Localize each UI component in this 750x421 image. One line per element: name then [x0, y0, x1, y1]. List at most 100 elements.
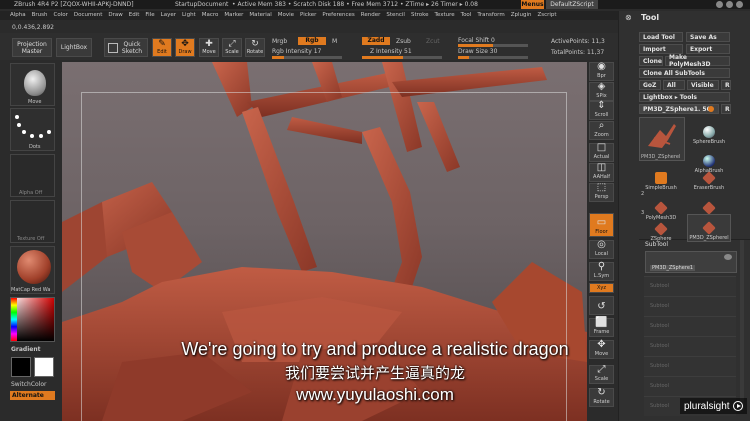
z-intensity-slider[interactable]: [362, 56, 442, 59]
menu-item-marker[interactable]: Marker: [224, 12, 243, 18]
minimize-icon[interactable]: [716, 1, 723, 8]
shelf-actual-icon: □: [596, 142, 607, 153]
shelf-l-sym-button[interactable]: ⚲ L.Sym: [589, 262, 614, 281]
close-icon[interactable]: [736, 1, 743, 8]
move-button[interactable]: ✚ Move: [199, 38, 219, 57]
tool-thumb-zsphere[interactable]: ZSphere: [639, 214, 683, 242]
menu-item-draw[interactable]: Draw: [108, 12, 122, 18]
menus-button[interactable]: Menus: [521, 0, 544, 9]
alpha-thumbnail[interactable]: Alpha Off: [10, 154, 55, 197]
move-icon: ✚: [205, 39, 213, 49]
shelf-floor-label: Floor: [595, 229, 608, 235]
subtool-item-active[interactable]: PM3D_ZSphere1: [645, 251, 737, 273]
visible-button[interactable]: Visible: [687, 80, 719, 90]
tool-thumb-simplebrush[interactable]: SimpleBrush: [639, 163, 683, 191]
scale-button[interactable]: ⤢ Scale: [222, 38, 242, 57]
texture-thumbnail[interactable]: Texture Off: [10, 200, 55, 243]
menu-item-alpha[interactable]: Alpha: [10, 12, 26, 18]
subtool-empty-slot[interactable]: Subtool: [644, 316, 736, 336]
color-picker[interactable]: [10, 297, 55, 342]
hue-strip[interactable]: [11, 298, 17, 341]
draw-button[interactable]: ✥ Draw: [175, 38, 195, 57]
menu-item-transform[interactable]: Transform: [477, 12, 504, 18]
menu-item-zplugin[interactable]: Zplugin: [511, 12, 532, 18]
draw-size-slider[interactable]: [458, 56, 528, 59]
clone-button[interactable]: Clone: [639, 56, 663, 66]
mrgb-button[interactable]: Mrgb: [272, 38, 287, 45]
menu-item-preferences[interactable]: Preferences: [322, 12, 354, 18]
make-polymesh3d-button[interactable]: Make PolyMesh3D: [665, 54, 730, 68]
menu-item-edit[interactable]: Edit: [129, 12, 140, 18]
menu-item-light[interactable]: Light: [182, 12, 196, 18]
default-zscript-button[interactable]: DefaultZScript: [546, 0, 598, 9]
goz-r-button[interactable]: R: [721, 80, 731, 90]
subtool-eye-icon[interactable]: [724, 254, 732, 260]
menu-item-document[interactable]: Document: [74, 12, 103, 18]
quick-sketch-button[interactable]: Quick Sketch: [104, 38, 148, 57]
shelf-local-button[interactable]: ◎ Local: [589, 240, 614, 259]
shelf-xyz-button[interactable]: ✣Xyz: [589, 283, 614, 293]
shelf-persp-button[interactable]: ⬚ Persp: [589, 183, 614, 202]
menu-item-tool[interactable]: Tool: [461, 12, 472, 18]
menu-item-stroke[interactable]: Stroke: [411, 12, 429, 18]
menu-item-picker[interactable]: Picker: [300, 12, 316, 18]
polymesh3d-icon: [654, 201, 668, 215]
current-tool-slider[interactable]: PM3D_ZSphere1. 50: [639, 104, 719, 114]
menu-item-texture[interactable]: Texture: [435, 12, 455, 18]
load-tool-button[interactable]: Load Tool: [639, 32, 683, 42]
menu-item-zscript[interactable]: Zscript: [537, 12, 556, 18]
current-tool-r-button[interactable]: R: [721, 104, 731, 114]
rotate-button[interactable]: ↻ Rotate: [245, 38, 265, 57]
projection-master-button[interactable]: Projection Master: [12, 38, 52, 57]
menu-item-file[interactable]: File: [145, 12, 154, 18]
maximize-icon[interactable]: [726, 1, 733, 8]
menu-item-stencil[interactable]: Stencil: [386, 12, 405, 18]
menu-item-layer[interactable]: Layer: [161, 12, 176, 18]
shelf-blank-button[interactable]: ↺: [589, 296, 614, 315]
clone-all-subtools-button[interactable]: Clone All SubTools: [639, 68, 730, 78]
menu-item-macro[interactable]: Macro: [202, 12, 219, 18]
export-button[interactable]: Export: [686, 44, 730, 54]
brush-thumbnail[interactable]: Move: [10, 63, 55, 106]
menu-item-render[interactable]: Render: [361, 12, 381, 18]
shelf-zoom-button[interactable]: ⌕ Zoom: [589, 121, 614, 140]
shelf-frame-button[interactable]: ⬜ Frame: [589, 318, 614, 337]
lightbox-button[interactable]: LightBox: [56, 38, 92, 57]
zadd-button[interactable]: Zadd: [362, 37, 390, 45]
menu-item-brush[interactable]: Brush: [32, 12, 48, 18]
import-button[interactable]: Import: [639, 44, 683, 54]
window-controls[interactable]: [716, 1, 746, 8]
zsphere-icon: [654, 222, 668, 236]
focal-shift-slider[interactable]: [458, 44, 528, 47]
shelf-scroll-button[interactable]: ⇕ Scroll: [589, 101, 614, 120]
all-button[interactable]: All: [663, 80, 685, 90]
m-button[interactable]: M: [332, 38, 337, 45]
subtool-empty-slot[interactable]: Subtool: [644, 276, 736, 296]
shelf-bpr-button[interactable]: ◉ Bpr: [589, 62, 614, 81]
rgb-button[interactable]: Rgb: [298, 37, 326, 45]
current-tool-thumbnail[interactable]: PM3D_ZSpherel: [639, 117, 685, 161]
tool-panel-pin-icon[interactable]: ⊗: [625, 14, 633, 22]
shelf-spix-button[interactable]: ◈ SPix: [589, 82, 614, 101]
goz-button[interactable]: GoZ: [639, 80, 661, 90]
zsub-button[interactable]: Zsub: [396, 38, 411, 45]
rgb-intensity-slider[interactable]: [272, 56, 342, 59]
tool-thumb-pm3d-zspherel[interactable]: PM3D_ZSpherel: [687, 214, 731, 242]
save-as-button[interactable]: Save As: [686, 32, 730, 42]
shelf-floor-button[interactable]: ▭ Floor: [589, 213, 614, 237]
menu-item-movie[interactable]: Movie: [278, 12, 294, 18]
material-thumbnail[interactable]: MatCap Red Wa: [10, 246, 55, 294]
shelf-actual-button[interactable]: □ Actual: [589, 143, 614, 162]
menu-item-material[interactable]: Material: [249, 12, 271, 18]
shelf-frame-label: Frame: [593, 329, 610, 335]
tool-thumb-eraserbrush[interactable]: EraserBrush: [687, 163, 731, 191]
edit-button[interactable]: ✎ Edit: [152, 38, 172, 57]
stroke-thumbnail[interactable]: Dots: [10, 108, 55, 151]
menu-item-color[interactable]: Color: [54, 12, 68, 18]
lightbox-tools-button[interactable]: Lightbox ▸ Tools: [639, 92, 730, 102]
shelf-aahalf-button[interactable]: ◫ AAHalf: [589, 163, 614, 182]
zcut-button[interactable]: Zcut: [426, 38, 440, 45]
tool-thumb-spherebrush[interactable]: SphereBrush: [687, 117, 731, 145]
subtool-item-label: PM3D_ZSphere1: [650, 265, 696, 271]
subtool-empty-slot[interactable]: Subtool: [644, 296, 736, 316]
